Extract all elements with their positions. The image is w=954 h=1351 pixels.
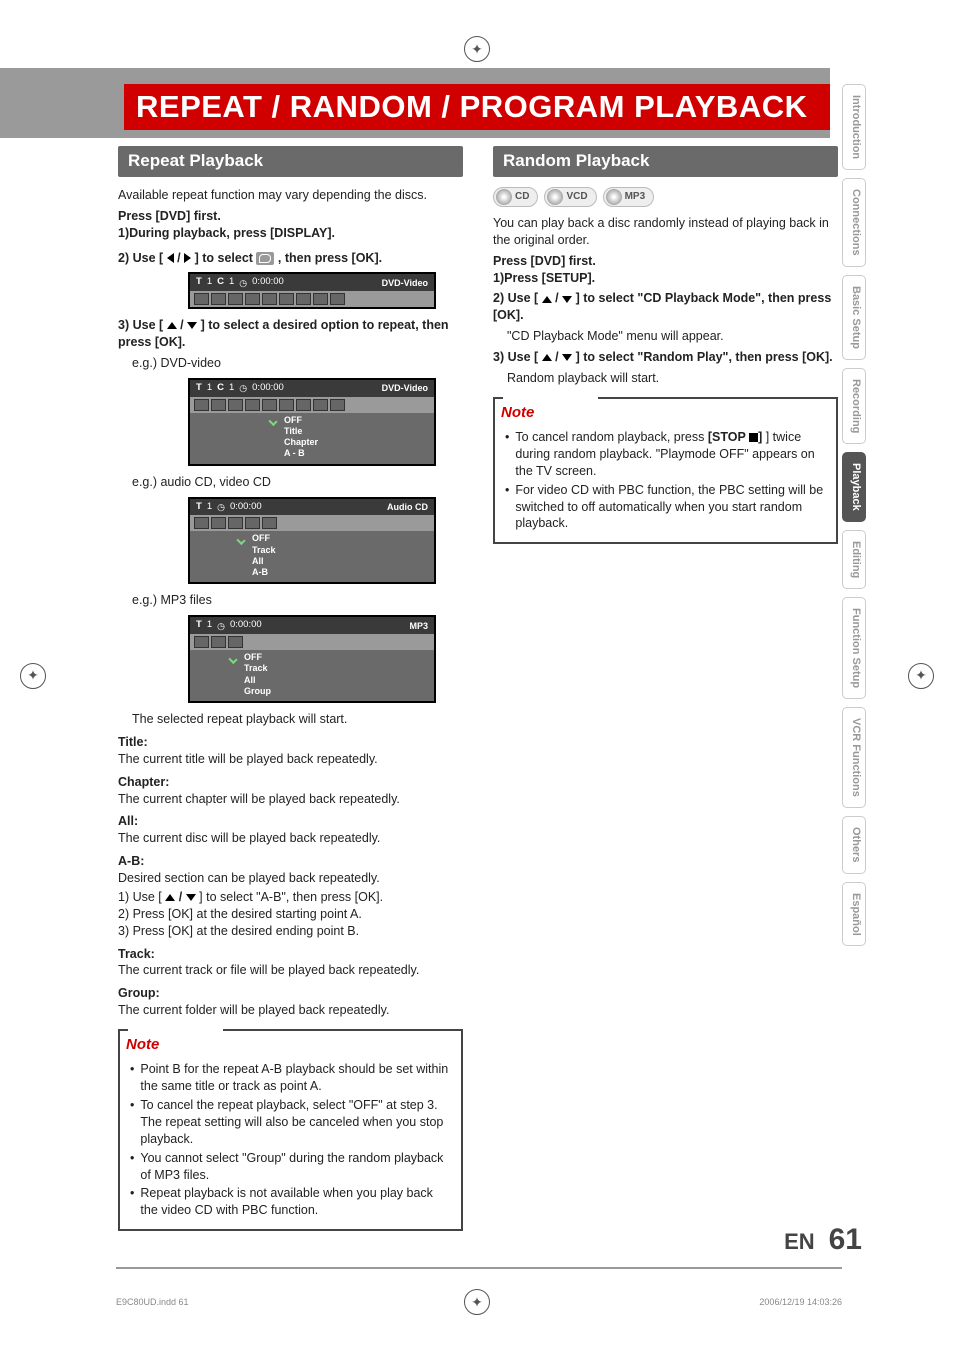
desc-chapter: The current chapter will be played back …	[118, 791, 463, 808]
random-note-box: Note To cancel random playback, press [S…	[493, 397, 838, 545]
triangle-up-icon	[167, 322, 177, 329]
footer-lang: EN	[784, 1229, 815, 1255]
tab-introduction[interactable]: Introduction	[842, 84, 866, 170]
osd-display-2: T1 C1 ◷ 0:00:00 DVD-Video OFF Title Chap…	[188, 378, 436, 466]
selected-start: The selected repeat playback will start.	[132, 711, 463, 728]
triangle-up-icon	[542, 296, 552, 303]
random-step1: 1)Press [SETUP].	[493, 270, 838, 287]
crop-mark-right: ✦	[908, 663, 934, 689]
desc-title: The current title will be played back re…	[118, 751, 463, 768]
footer-rule	[116, 1267, 842, 1269]
disc-vcd-badge: VCD	[544, 187, 596, 207]
note-title: Note	[495, 403, 540, 423]
term-track: Track:	[118, 946, 463, 963]
disc-icon	[547, 189, 563, 205]
note-item: To cancel random playback, press [STOP ]…	[505, 429, 826, 480]
random-intro: You can play back a disc randomly instea…	[493, 215, 838, 249]
ab-step-3: 3) Press [OK] at the desired ending poin…	[118, 923, 463, 940]
col-random: Random Playback CD VCD MP3 You can play …	[493, 146, 838, 1231]
osd-display-1: T1 C1 ◷ 0:00:00 DVD-Video	[188, 272, 436, 309]
footer-page: 61	[829, 1223, 862, 1257]
col-repeat: Repeat Playback Available repeat functio…	[118, 146, 463, 1231]
desc-ab: Desired section can be played back repea…	[118, 870, 463, 887]
triangle-down-icon	[562, 354, 572, 361]
stop-icon	[749, 433, 758, 442]
tab-basic-setup[interactable]: Basic Setup	[842, 275, 866, 360]
osd-display-4: T1 ◷ 0:00:00 MP3 OFF Track All Group	[188, 615, 436, 703]
repeat-loop-icon	[256, 252, 274, 265]
disc-icon	[496, 189, 512, 205]
page-footer: EN 61	[784, 1223, 862, 1257]
eg-dvd-label: e.g.) DVD-video	[132, 355, 463, 372]
triangle-right-icon	[184, 253, 191, 263]
clock-icon: ◷	[239, 277, 247, 289]
disc-mp3-badge: MP3	[603, 187, 655, 207]
note-title: Note	[120, 1035, 165, 1055]
term-title: Title:	[118, 734, 463, 751]
note-item: Repeat playback is not available when yo…	[130, 1185, 451, 1219]
triangle-up-icon	[542, 354, 552, 361]
crop-mark-left: ✦	[20, 663, 46, 689]
tab-playback[interactable]: Playback	[842, 452, 866, 522]
print-timestamp: 2006/12/19 14:03:26	[759, 1297, 842, 1307]
note-item: Point B for the repeat A-B playback shou…	[130, 1061, 451, 1095]
clock-icon: ◷	[239, 382, 247, 394]
term-ab: A-B:	[118, 853, 463, 870]
repeat-note-box: Note Point B for the repeat A-B playback…	[118, 1029, 463, 1231]
clock-icon: ◷	[217, 620, 225, 632]
random-step2: 2) Use [ / ] to select "CD Playback Mode…	[493, 290, 838, 324]
random-step2-sub: "CD Playback Mode" menu will appear.	[507, 328, 838, 345]
random-step3-sub: Random playback will start.	[507, 370, 838, 387]
tab-recording[interactable]: Recording	[842, 368, 866, 444]
repeat-step1: 1)During playback, press [DISPLAY].	[118, 225, 463, 242]
check-icon	[230, 654, 240, 662]
tab-vcr-functions[interactable]: VCR Functions	[842, 707, 866, 808]
disc-cd-badge: CD	[493, 187, 538, 207]
repeat-step2: 2) Use [ / ] to select , then press [OK]…	[118, 250, 463, 267]
crop-mark-top: ✦	[464, 36, 490, 62]
repeat-step3: 3) Use [ / ] to select a desired option …	[118, 317, 463, 351]
desc-group: The current folder will be played back r…	[118, 1002, 463, 1019]
eg-mp3-label: e.g.) MP3 files	[132, 592, 463, 609]
tab-others[interactable]: Others	[842, 816, 866, 873]
print-file: E9C80UD.indd 61	[116, 1297, 189, 1307]
osd-icon-row	[190, 291, 434, 307]
check-icon	[238, 535, 248, 543]
triangle-down-icon	[187, 322, 197, 329]
repeat-intro: Available repeat function may vary depen…	[118, 187, 463, 204]
tab-editing[interactable]: Editing	[842, 530, 866, 589]
note-item: To cancel the repeat playback, select "O…	[130, 1097, 451, 1148]
random-heading: Random Playback	[493, 146, 838, 177]
side-tabs: Introduction Connections Basic Setup Rec…	[842, 84, 866, 946]
triangle-down-icon	[186, 894, 196, 901]
page-title: REPEAT / RANDOM / PROGRAM PLAYBACK	[124, 84, 830, 130]
repeat-heading: Repeat Playback	[118, 146, 463, 177]
osd-display-3: T1 ◷ 0:00:00 Audio CD OFF Track All A-B	[188, 497, 436, 585]
disc-icon	[606, 189, 622, 205]
triangle-up-icon	[165, 894, 175, 901]
disc-badges: CD VCD MP3	[493, 187, 838, 207]
desc-all: The current disc will be played back rep…	[118, 830, 463, 847]
term-chapter: Chapter:	[118, 774, 463, 791]
triangle-down-icon	[562, 296, 572, 303]
note-item: You cannot select "Group" during the ran…	[130, 1150, 451, 1184]
random-step3: 3) Use [ / ] to select "Random Play", th…	[493, 349, 838, 366]
random-press-first: Press [DVD] first.	[493, 253, 838, 270]
tab-function-setup[interactable]: Function Setup	[842, 597, 866, 699]
ab-step-2: 2) Press [OK] at the desired starting po…	[118, 906, 463, 923]
check-icon	[270, 416, 280, 424]
term-all: All:	[118, 813, 463, 830]
tab-connections[interactable]: Connections	[842, 178, 866, 267]
eg-cd-label: e.g.) audio CD, video CD	[132, 474, 463, 491]
note-item: For video CD with PBC function, the PBC …	[505, 482, 826, 533]
term-group: Group:	[118, 985, 463, 1002]
desc-track: The current track or file will be played…	[118, 962, 463, 979]
ab-step-1: 1) Use [ / ] to select "A-B", then press…	[118, 889, 463, 906]
content-columns: Repeat Playback Available repeat functio…	[118, 146, 838, 1231]
tab-espanol[interactable]: Español	[842, 882, 866, 947]
triangle-left-icon	[167, 253, 174, 263]
print-metadata: E9C80UD.indd 61 2006/12/19 14:03:26	[116, 1297, 842, 1307]
clock-icon: ◷	[217, 501, 225, 513]
repeat-press-first: Press [DVD] first.	[118, 208, 463, 225]
